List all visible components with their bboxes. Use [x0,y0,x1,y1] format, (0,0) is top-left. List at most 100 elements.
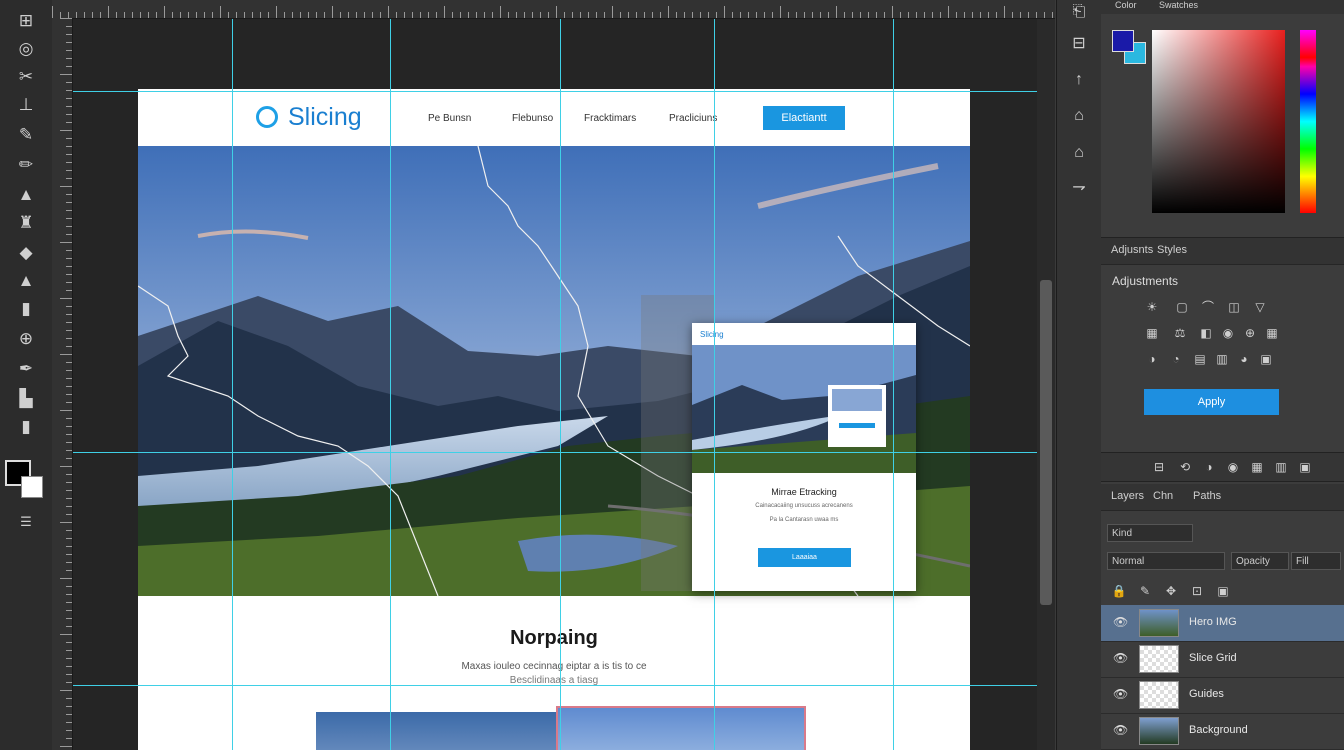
vertical-guide[interactable] [893,19,894,750]
shadows-icon[interactable]: ▣ [1258,352,1274,366]
nav-item-3[interactable]: Fracktimars [584,113,636,124]
top-ruler[interactable] [52,0,1055,19]
blur-icon[interactable]: ▮ [14,297,38,321]
mask-icon[interactable]: ▦ [1249,460,1265,474]
invert-icon[interactable]: ◑ [1144,352,1160,366]
crop-icon[interactable]: ✂ [14,65,38,89]
exposure-icon[interactable]: ◫ [1226,300,1242,314]
threshold-icon[interactable]: ▤ [1192,352,1208,366]
history-brush-icon[interactable]: ♜ [14,211,38,235]
hue-saturation-icon[interactable]: ▦ [1144,326,1160,340]
eye-icon[interactable]: 👁 [1113,615,1128,629]
vertical-guide[interactable] [714,19,715,750]
trash-icon[interactable]: ▣ [1297,460,1313,474]
tab-paths[interactable]: Paths [1193,490,1221,502]
tab-layers[interactable]: Layers [1111,490,1144,502]
color-lookup-icon[interactable]: ▦ [1264,326,1280,340]
tab-styles[interactable]: Styles [1157,244,1187,256]
panel-foreground-color[interactable] [1112,30,1134,52]
visibility-icon[interactable]: ◉ [1225,460,1241,474]
lock-icon[interactable]: 🔒 [1111,584,1127,598]
reset-icon[interactable]: ◑ [1201,460,1217,474]
healing-icon[interactable]: ✎ [14,123,38,147]
dodge-icon[interactable]: ⊕ [14,327,38,351]
ruler-tick [66,482,72,483]
tab-swatches[interactable]: Swatches [1159,0,1198,10]
lock-artboard-icon[interactable]: ⊡ [1189,584,1205,598]
nav-item-4[interactable]: Pracliciuns [669,113,717,124]
delete-icon[interactable]: ▥ [1273,460,1289,474]
nav-item-2[interactable]: Flebunso [512,113,553,124]
background-color-swatch[interactable] [21,476,43,498]
eye-icon[interactable]: 👁 [1113,687,1128,701]
type-icon[interactable]: ▙ [14,387,38,411]
black-white-icon[interactable]: ◧ [1198,326,1214,340]
properties-icon[interactable]: ⊟ [1067,32,1091,56]
posterize-icon[interactable]: ◔ [1168,352,1184,366]
artboard-tool-icon[interactable]: ⊞ [14,9,38,33]
actions-icon[interactable]: ⌂ [1067,141,1091,165]
path-select-icon[interactable]: ▮ [14,415,38,439]
horizontal-guide[interactable] [73,91,1037,92]
channel-mixer-icon[interactable]: ⊕ [1242,326,1258,340]
horizontal-guide[interactable] [73,452,1037,453]
lock-all-icon[interactable]: ▣ [1215,584,1231,598]
site-cta-button[interactable]: Elactiantt [763,106,845,130]
layer-row[interactable]: 👁 Hero IMG [1101,605,1344,642]
scrollbar-thumb[interactable] [1040,280,1052,605]
mockup-button[interactable]: Laaaiaa [758,548,851,567]
nav-item-1[interactable]: Pe Bunsn [428,113,471,124]
vibrance-icon[interactable]: ▽ [1252,300,1268,314]
ruler-tick [66,314,72,315]
tab-color[interactable]: Color [1115,0,1137,10]
left-ruler[interactable] [52,18,73,750]
gradient-icon[interactable]: ▲ [14,269,38,293]
ruler-tick [60,74,72,75]
eraser-icon[interactable]: ◆ [14,241,38,265]
selective-color-icon[interactable]: ◕ [1236,352,1252,366]
eye-icon[interactable]: 👁 [1113,651,1128,665]
ruler-tick [284,12,285,18]
artboard[interactable]: Slicing Pe Bunsn Flebunso Fracktimars Pr… [138,89,970,750]
arrow-up-icon[interactable]: ↑ [1067,68,1091,92]
horizontal-guide[interactable] [73,685,1037,686]
color-picker-field[interactable] [1152,30,1285,213]
ruler-tick [972,12,973,18]
history-icon[interactable]: ⎗ [1067,0,1091,24]
libraries-icon[interactable]: ⌂ [1067,104,1091,128]
vertical-guide[interactable] [390,19,391,750]
layer-kind-filter[interactable]: Kind [1107,524,1193,542]
levels-icon[interactable]: ▢ [1174,300,1190,314]
blend-mode-select[interactable]: Normal [1107,552,1225,570]
stamp-icon[interactable]: ▲ [14,183,38,207]
brightness-icon[interactable]: ☀ [1144,300,1160,314]
layer-row[interactable]: 👁 Background [1101,713,1344,750]
photo-filter-icon[interactable]: ◉ [1220,326,1236,340]
lock-position-icon[interactable]: ✥ [1163,584,1179,598]
clip-icon[interactable]: ⊟ [1151,460,1167,474]
brush-icon[interactable]: ✏ [14,153,38,177]
pen-icon[interactable]: ✒ [14,357,38,381]
quick-mask-icon[interactable]: ☰ [14,510,38,534]
layer-row[interactable]: 👁 Guides [1101,677,1344,714]
layer-row[interactable]: 👁 Slice Grid [1101,641,1344,678]
vertical-guide[interactable] [232,19,233,750]
opacity-field[interactable]: Opacity [1231,552,1289,570]
vertical-guide[interactable] [560,19,561,750]
ruler-tick [388,6,389,18]
lasso-icon[interactable]: ◎ [14,37,38,61]
curves-icon[interactable]: ⌒ [1200,300,1216,314]
eye-icon[interactable]: 👁 [1113,723,1128,737]
fill-field[interactable]: Fill [1291,552,1341,570]
tab-adjustments[interactable]: Adjusnts [1111,244,1153,256]
hue-slider[interactable] [1300,30,1316,213]
gradient-map-icon[interactable]: ▥ [1214,352,1230,366]
brush-settings-icon[interactable]: ⇁ [1067,176,1091,200]
slice-icon[interactable]: ⊥ [14,93,38,117]
color-balance-icon[interactable]: ⚖ [1172,326,1188,340]
lock-pixels-icon[interactable]: ✎ [1137,584,1153,598]
tab-channels[interactable]: Chn [1153,490,1173,502]
apply-adjustment-button[interactable]: Apply [1144,389,1279,415]
view-previous-icon[interactable]: ⟲ [1177,460,1193,474]
nested-page-mockup[interactable]: Slicing Mirrae Etracking Cainacacaiing u… [692,323,916,591]
